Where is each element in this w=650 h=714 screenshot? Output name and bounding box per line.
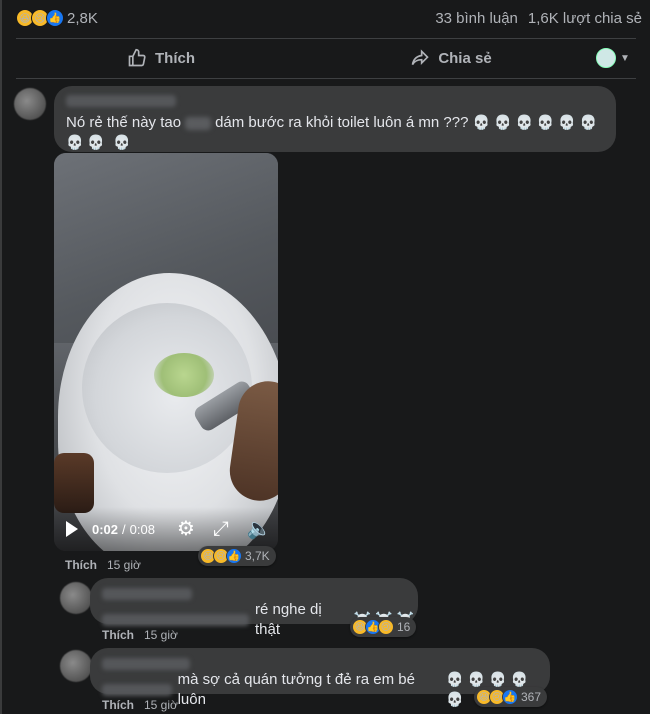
skull-emoji: 💀	[113, 135, 135, 151]
commenter-avatar[interactable]	[14, 88, 46, 120]
share-count[interactable]: 1,6K lượt chia sẻ	[528, 10, 642, 27]
comment-timestamp[interactable]: 15 giờ	[107, 558, 141, 572]
reaction-summary[interactable]: 😆 😢 👍 2,8K	[16, 9, 98, 27]
gear-icon[interactable]: ⚙	[177, 519, 195, 539]
comment-meta: Thích 15 giờ	[102, 698, 178, 712]
comment-text: dám bước ra khỏi toilet luôn á mn ???	[215, 114, 469, 131]
comment-reactions[interactable]: 😆 😢 👍 3,7K	[198, 546, 276, 566]
volume-icon[interactable]: 🔈	[247, 519, 272, 539]
play-icon[interactable]	[66, 521, 78, 537]
video-frame-shoe	[54, 453, 94, 513]
like-reaction-icon: 👍	[502, 689, 518, 705]
share-label: Chia sẻ	[438, 49, 492, 67]
commenter-name-blurred[interactable]	[66, 95, 176, 107]
video-frame-water	[154, 353, 214, 397]
video-current-time: 0:02	[92, 521, 119, 537]
comment-meta: Thích 15 giờ	[65, 558, 141, 572]
post-actions: Thích Chia sẻ ▼	[16, 40, 636, 76]
comment-like-link[interactable]: Thích	[65, 558, 97, 572]
like-reaction-icon: 👍	[46, 9, 64, 27]
comment-reactions[interactable]: 😆 👍 😢 16	[350, 617, 417, 637]
reaction-count: 367	[521, 690, 542, 704]
share-button[interactable]: Chia sẻ	[306, 48, 596, 68]
commenter-avatar[interactable]	[60, 650, 92, 682]
reaction-count: 3,7K	[245, 549, 270, 563]
reaction-count: 16	[397, 620, 411, 634]
video-controls: 0:02 / 0:08 ⚙ ⤢ 🔈	[54, 507, 278, 551]
redacted-word	[185, 116, 212, 130]
divider	[16, 38, 636, 39]
comment-count[interactable]: 33 bình luận	[435, 10, 518, 27]
comment-like-link[interactable]: Thích	[102, 628, 134, 642]
like-button[interactable]: Thích	[16, 48, 306, 68]
tagged-name-blurred[interactable]	[102, 614, 249, 626]
sad-reaction-icon: 😢	[378, 619, 394, 635]
comment-text: ré nghe dị thật	[254, 601, 322, 638]
comment-meta: Thích 15 giờ	[102, 628, 178, 642]
profile-avatar	[596, 48, 616, 68]
reaction-icons: 😆 😢 👍	[16, 9, 64, 27]
reaction-count[interactable]: 2,8K	[67, 10, 98, 27]
commenter-name-blurred[interactable]	[102, 588, 192, 600]
comment-reactions[interactable]: 😆 😢 👍 367	[474, 687, 548, 707]
video-duration: 0:08	[129, 521, 155, 537]
commenter-name-blurred[interactable]	[102, 658, 190, 670]
thumbs-up-icon	[128, 48, 146, 67]
divider	[16, 78, 636, 79]
like-reaction-icon: 👍	[226, 548, 242, 564]
share-arrow-icon	[411, 49, 429, 66]
comment-text: mà sợ cả quán tưởng t đẻ ra em bé luôn	[177, 671, 415, 708]
comment-section: 😆 😢 👍 2,8K 33 bình luận 1,6K lượt chia s…	[0, 0, 650, 714]
comment-timestamp[interactable]: 15 giờ	[144, 628, 178, 642]
tagged-name-blurred[interactable]	[102, 684, 172, 696]
commenter-avatar[interactable]	[60, 582, 92, 614]
fullscreen-icon[interactable]: ⤢	[213, 519, 229, 539]
chevron-down-icon: ▼	[620, 52, 630, 64]
comment-like-link[interactable]: Thích	[102, 698, 134, 712]
like-label: Thích	[155, 49, 195, 67]
comment-timestamp[interactable]: 15 giờ	[144, 698, 178, 712]
video-time-separator: /	[122, 521, 126, 537]
comment-bubble: Nó rẻ thế này tao dám bước ra khỏi toilet…	[54, 86, 616, 152]
audience-selector[interactable]: ▼	[596, 48, 636, 68]
video-attachment[interactable]: 0:02 / 0:08 ⚙ ⤢ 🔈	[54, 153, 278, 551]
post-stats: 😆 😢 👍 2,8K 33 bình luận 1,6K lượt chia s…	[16, 4, 642, 32]
comment-text: Nó rẻ thế này tao	[66, 114, 182, 131]
